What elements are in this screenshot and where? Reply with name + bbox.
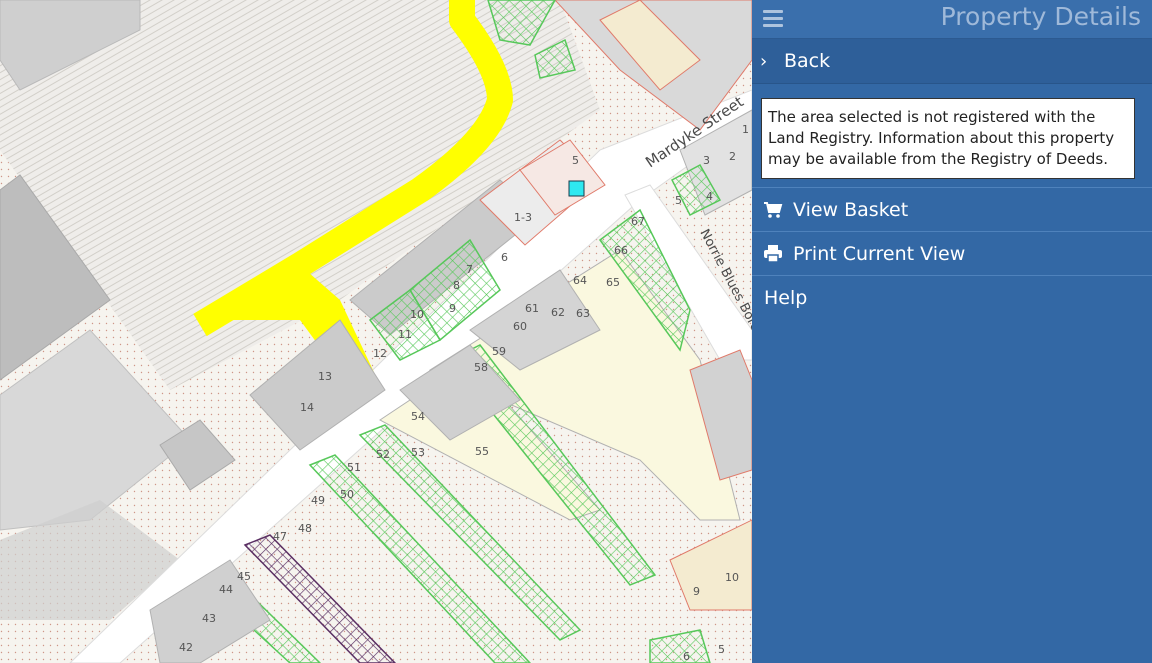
parcel-number-label: 14 <box>300 401 314 414</box>
parcel-number-label: 9 <box>449 302 456 315</box>
parcel-number-label: 47 <box>273 530 287 543</box>
parcel-number-label: 2 <box>729 150 736 163</box>
parcel-number-label: 5 <box>675 194 682 207</box>
parcel-number-label: 8 <box>453 279 460 292</box>
parcel-number-label: 11 <box>398 328 412 341</box>
parcel-number-label: 54 <box>411 410 425 423</box>
panel-header: Property Details <box>752 0 1152 39</box>
parcel-number-label: 1-3 <box>514 211 532 224</box>
parcel-number-label: 67 <box>631 215 645 228</box>
parcel-number-label: 43 <box>202 612 216 625</box>
parcel-number-label: 13 <box>318 370 332 383</box>
shopping-cart-icon <box>764 201 783 218</box>
parcel-number-label: 53 <box>411 446 425 459</box>
parcel-number-label: 65 <box>606 276 620 289</box>
parcel-number-label: 1 <box>742 123 749 136</box>
parcel-number-label: 52 <box>376 448 390 461</box>
parcel-number-label: 4 <box>706 190 713 203</box>
parcel-number-label: 58 <box>474 361 488 374</box>
chevron-right-icon: › <box>760 50 768 72</box>
parcel-number-label: 5 <box>572 154 579 167</box>
parcel-number-label: 6 <box>501 251 508 264</box>
print-current-view-label: Print Current View <box>793 242 966 265</box>
parcel-number-label: 10 <box>725 571 739 584</box>
parcel-number-label: 45 <box>237 570 251 583</box>
printer-icon <box>764 244 782 263</box>
panel-title: Property Details <box>940 2 1141 31</box>
parcel-number-label: 61 <box>525 302 539 315</box>
parcel-number-label: 55 <box>475 445 489 458</box>
property-details-panel: Property Details › Back The area selecte… <box>752 0 1152 663</box>
parcel-number-label: 7 <box>466 263 473 276</box>
help-button[interactable]: Help <box>752 275 1152 319</box>
view-basket-button[interactable]: View Basket <box>752 187 1152 231</box>
parcel-number-label: 64 <box>573 274 587 287</box>
not-registered-notice: The area selected is not registered with… <box>761 98 1135 179</box>
parcel-number-label: 66 <box>614 244 628 257</box>
parcel-number-label: 42 <box>179 641 193 654</box>
parcel-number-label: 59 <box>492 345 506 358</box>
parcel-number-label: 5 <box>718 643 725 656</box>
back-button[interactable]: › Back <box>752 39 1152 84</box>
parcel-number-label: 50 <box>340 488 354 501</box>
parcel-number-label: 48 <box>298 522 312 535</box>
parcel-number-label: 63 <box>576 307 590 320</box>
parcel-number-label: 51 <box>347 461 361 474</box>
parcel-number-label: 49 <box>311 494 325 507</box>
back-label: Back <box>784 50 831 72</box>
parcel-number-label: 12 <box>373 347 387 360</box>
parcel-number-label: 9 <box>693 585 700 598</box>
parcel-number-label: 62 <box>551 306 565 319</box>
map-canvas[interactable]: Mardyke Street Norrie Blues Boreen 51-36… <box>0 0 752 663</box>
parcel-number-label: 60 <box>513 320 527 333</box>
print-current-view-button[interactable]: Print Current View <box>752 231 1152 275</box>
view-basket-label: View Basket <box>793 198 909 221</box>
parcel-number-label: 3 <box>703 154 710 167</box>
parcel-number-label: 10 <box>410 308 424 321</box>
parcel-number-label: 44 <box>219 583 233 596</box>
parcel-number-label: 6 <box>683 650 690 663</box>
hamburger-menu-icon[interactable] <box>761 6 785 30</box>
